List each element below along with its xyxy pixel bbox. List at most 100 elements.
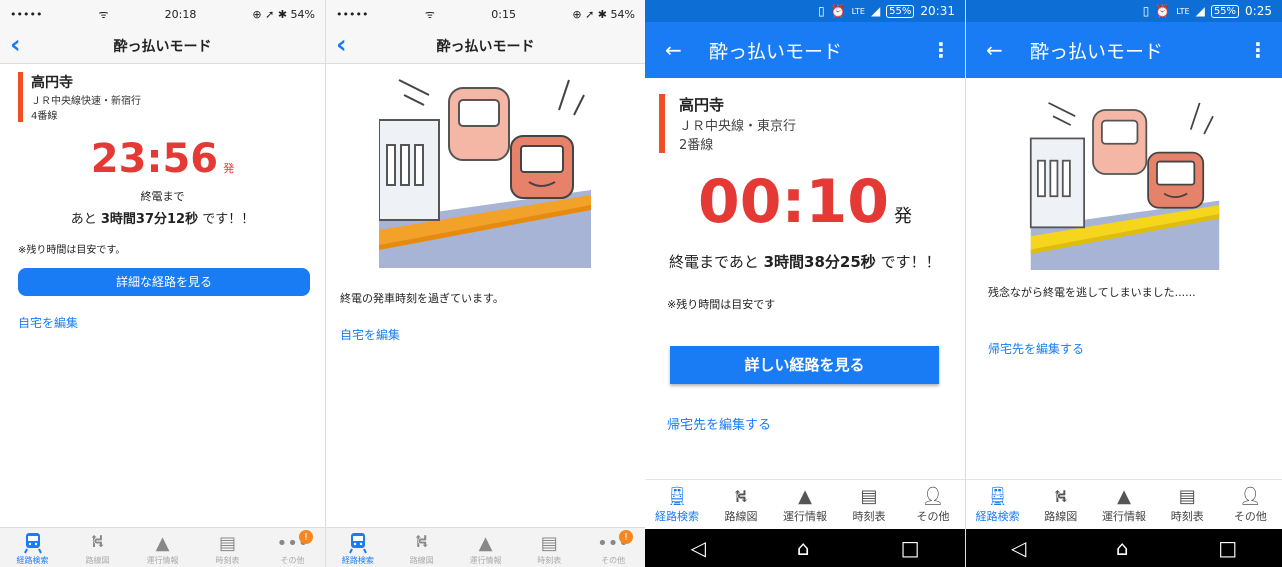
- train-icon: [22, 532, 44, 554]
- station-info: 高円寺 ＪＲ中央線快速・新宿行 4番線: [18, 72, 325, 122]
- line-name: ＪＲ中央線快速・新宿行: [31, 96, 141, 107]
- tab-label: 経路検索: [16, 556, 49, 565]
- tab-label: 路線図: [724, 510, 758, 523]
- note: ※残り時間は目安です: [667, 298, 776, 311]
- remaining-suffix: です！！: [198, 212, 255, 227]
- overflow-menu-icon[interactable]: ⋮: [1248, 38, 1268, 62]
- tab-route-map[interactable]: ⛕ 路線図: [390, 528, 454, 567]
- tab-label: 時刻表: [215, 556, 240, 565]
- tab-label: その他: [280, 556, 305, 565]
- warning-icon: ▲: [798, 486, 812, 507]
- tab-label: 時刻表: [852, 510, 886, 523]
- tab-label: 路線図: [409, 556, 434, 565]
- departure-suffix: 発: [223, 162, 235, 175]
- map-icon: ⛕: [734, 486, 748, 507]
- departure: 00:10 発: [645, 167, 965, 237]
- bottom-nav: 🚆︎ 経路検索 ⛕ 路線図 ▲ 運行情報 ▤ 時刻表 👤︎ その他: [966, 479, 1282, 529]
- timetable-icon: ▤: [218, 532, 236, 554]
- back-triangle-icon[interactable]: ◁: [691, 536, 706, 560]
- tab-label: 運行情報: [146, 556, 179, 565]
- departure-time: 23:56: [90, 136, 219, 182]
- tab-label: その他: [1233, 510, 1267, 523]
- tab-route-search[interactable]: 🚆︎ 経路検索: [645, 480, 709, 529]
- route-detail-button[interactable]: 詳しい経路を見る: [670, 346, 939, 384]
- overflow-menu-icon[interactable]: ⋮: [931, 38, 951, 62]
- tab-timetable[interactable]: ▤ 時刻表: [195, 528, 260, 567]
- train-icon: [347, 532, 369, 554]
- tab-route-map[interactable]: ⛕ 路線図: [65, 528, 130, 567]
- page-title: 酔っ払いモード: [436, 38, 535, 55]
- tab-service-info[interactable]: ▲ 運行情報: [773, 480, 837, 529]
- tab-service-info[interactable]: ▲ 運行情報: [130, 528, 195, 567]
- clock: 0:25: [1245, 4, 1272, 18]
- clock: 0:15: [491, 7, 516, 21]
- tab-route-map[interactable]: ⛕ 路線図: [709, 480, 773, 529]
- map-icon: ⛕: [414, 531, 429, 552]
- status-right: ⊕ ➚ ✱ 54%: [572, 7, 635, 21]
- edit-home-link[interactable]: 自宅を編集: [340, 326, 645, 343]
- recents-icon[interactable]: □: [901, 536, 920, 560]
- tab-route-search[interactable]: 経路検索: [326, 528, 390, 567]
- signal-icon: ◢: [870, 4, 881, 18]
- page-title: 酔っ払いモード: [113, 38, 212, 55]
- tab-route-search[interactable]: 経路検索: [0, 528, 65, 567]
- notification-badge: !: [618, 530, 633, 544]
- app-bar: ← 酔っ払いモード ⋮: [966, 22, 1282, 78]
- status-right: ⊕ ➚ ✱ 54%: [252, 7, 315, 21]
- tab-service-info[interactable]: ▲ 運行情報: [454, 528, 518, 567]
- home-icon[interactable]: ⌂: [797, 536, 810, 560]
- edit-home-link[interactable]: 帰宅先を編集する: [988, 340, 1282, 357]
- recents-icon[interactable]: □: [1218, 536, 1237, 560]
- tab-other[interactable]: 👤︎ その他: [901, 480, 965, 529]
- battery-level: 55%: [886, 4, 915, 18]
- back-arrow-icon[interactable]: ←: [986, 38, 1026, 62]
- edit-home-link[interactable]: 自宅を編集: [18, 314, 325, 331]
- tab-route-map[interactable]: ⛕ 路線図: [1029, 480, 1092, 529]
- person-icon: 👤︎: [1238, 486, 1262, 507]
- tab-label: 路線図: [85, 556, 110, 565]
- edit-home-link[interactable]: 帰宅先を編集する: [667, 414, 965, 433]
- android-screen-missed-last-train: ▯ ⏰ LTE ◢ 55% 0:25 ← 酔っ払いモード ⋮ 残念ながら終電を逃…: [965, 0, 1282, 567]
- warning-icon: ▲: [1117, 486, 1131, 507]
- vibrate-icon: ▯: [1142, 4, 1150, 18]
- tab-timetable[interactable]: ▤ 時刻表: [1156, 480, 1219, 529]
- status-bar: ••••• ᯤ 20:18 ⊕ ➚ ✱ 54%: [0, 0, 325, 28]
- bottom-nav: 🚆︎ 経路検索 ⛕ 路線図 ▲ 運行情報 ▤ 時刻表 👤︎ その他: [645, 479, 965, 529]
- station-info: 高円寺 ＪＲ中央線・東京行 2番線: [659, 94, 965, 153]
- departure-time: 00:10: [697, 167, 889, 237]
- remaining-suffix: です！！: [875, 253, 941, 271]
- tab-label: 経路検索: [341, 556, 374, 565]
- signal-dots: •••••: [336, 7, 369, 21]
- tab-label: 路線図: [1044, 510, 1078, 523]
- page-title: 酔っ払いモード: [709, 40, 843, 63]
- tab-timetable[interactable]: ▤ 時刻表: [837, 480, 901, 529]
- tab-other[interactable]: 👤︎ その他: [1219, 480, 1282, 529]
- wifi-icon: ᯤ: [98, 7, 109, 21]
- route-detail-button[interactable]: 詳細な経路を見る: [18, 268, 310, 296]
- tab-other[interactable]: ••• ! その他: [581, 528, 645, 567]
- tab-label: 運行情報: [469, 556, 502, 565]
- page-title: 酔っ払いモード: [1030, 40, 1164, 63]
- tab-timetable[interactable]: ▤ 時刻表: [517, 528, 581, 567]
- back-arrow-icon[interactable]: ←: [665, 38, 705, 62]
- tab-route-search[interactable]: 🚆︎ 経路検索: [966, 480, 1029, 529]
- back-triangle-icon[interactable]: ◁: [1011, 536, 1026, 560]
- train-icon: 🚆︎: [665, 486, 689, 507]
- timetable-icon: ▤: [860, 486, 878, 507]
- missed-message: 残念ながら終電を逃してしまいました......: [988, 286, 1196, 299]
- nav-bar: ‹ 酔っ払いモード: [326, 28, 645, 64]
- back-chevron-icon[interactable]: ‹: [10, 30, 21, 60]
- back-chevron-icon[interactable]: ‹: [336, 30, 347, 60]
- departure-suffix: 発: [894, 206, 913, 227]
- lte-label: LTE: [1176, 6, 1190, 16]
- timetable-icon: ▤: [1178, 486, 1196, 507]
- home-icon[interactable]: ⌂: [1116, 536, 1129, 560]
- alarm-icon: ⏰: [1155, 4, 1171, 18]
- android-screen-before-last-train: ▯ ⏰ LTE ◢ 55% 20:31 ← 酔っ払いモード ⋮ 高円寺 ＪＲ中央…: [645, 0, 965, 567]
- timetable-icon: ▤: [540, 532, 558, 554]
- station-name: 高円寺: [31, 75, 73, 91]
- ios-screen-missed-last-train: ••••• ᯤ 0:15 ⊕ ➚ ✱ 54% ‹ 酔っ払いモード 終電の発車時刻…: [325, 0, 645, 567]
- departure: 23:56 発: [0, 136, 325, 182]
- tab-service-info[interactable]: ▲ 運行情報: [1092, 480, 1155, 529]
- tab-other[interactable]: ••• ! その他: [260, 528, 325, 567]
